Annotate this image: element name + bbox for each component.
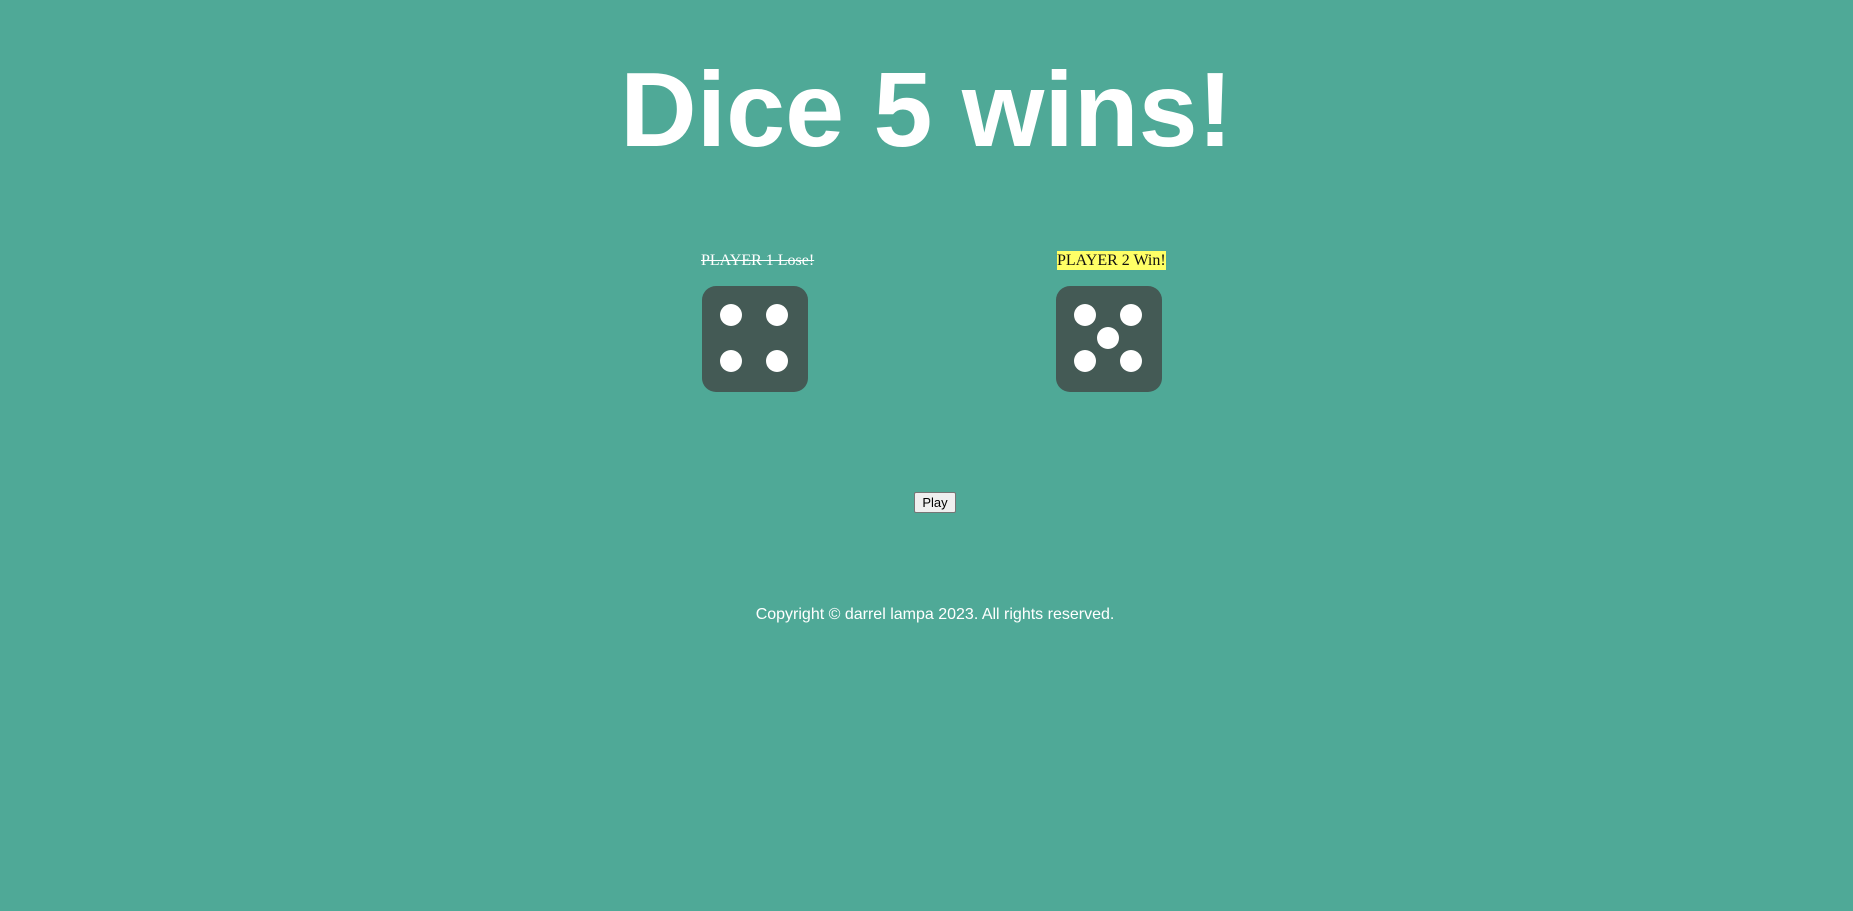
player-2-result-label: PLAYER 2 Win! bbox=[1057, 251, 1166, 270]
die-pip bbox=[1120, 304, 1142, 326]
die-pip bbox=[720, 304, 742, 326]
die-pip bbox=[1074, 304, 1096, 326]
player-2-die-five bbox=[1056, 286, 1162, 392]
play-button[interactable]: Play bbox=[914, 492, 956, 513]
footer-copyright: Copyright © darrel lampa 2023. All right… bbox=[755, 606, 1115, 623]
die-pip bbox=[766, 350, 788, 372]
page-title: Dice 5 wins! bbox=[620, 51, 1233, 169]
die-pip bbox=[1120, 350, 1142, 372]
player-1-die-four bbox=[702, 286, 808, 392]
die-pip bbox=[766, 304, 788, 326]
player-1-result-label: PLAYER 1 Lose! bbox=[701, 252, 815, 269]
die-pip bbox=[1097, 327, 1119, 349]
die-pip bbox=[1074, 350, 1096, 372]
die-pip bbox=[720, 350, 742, 372]
